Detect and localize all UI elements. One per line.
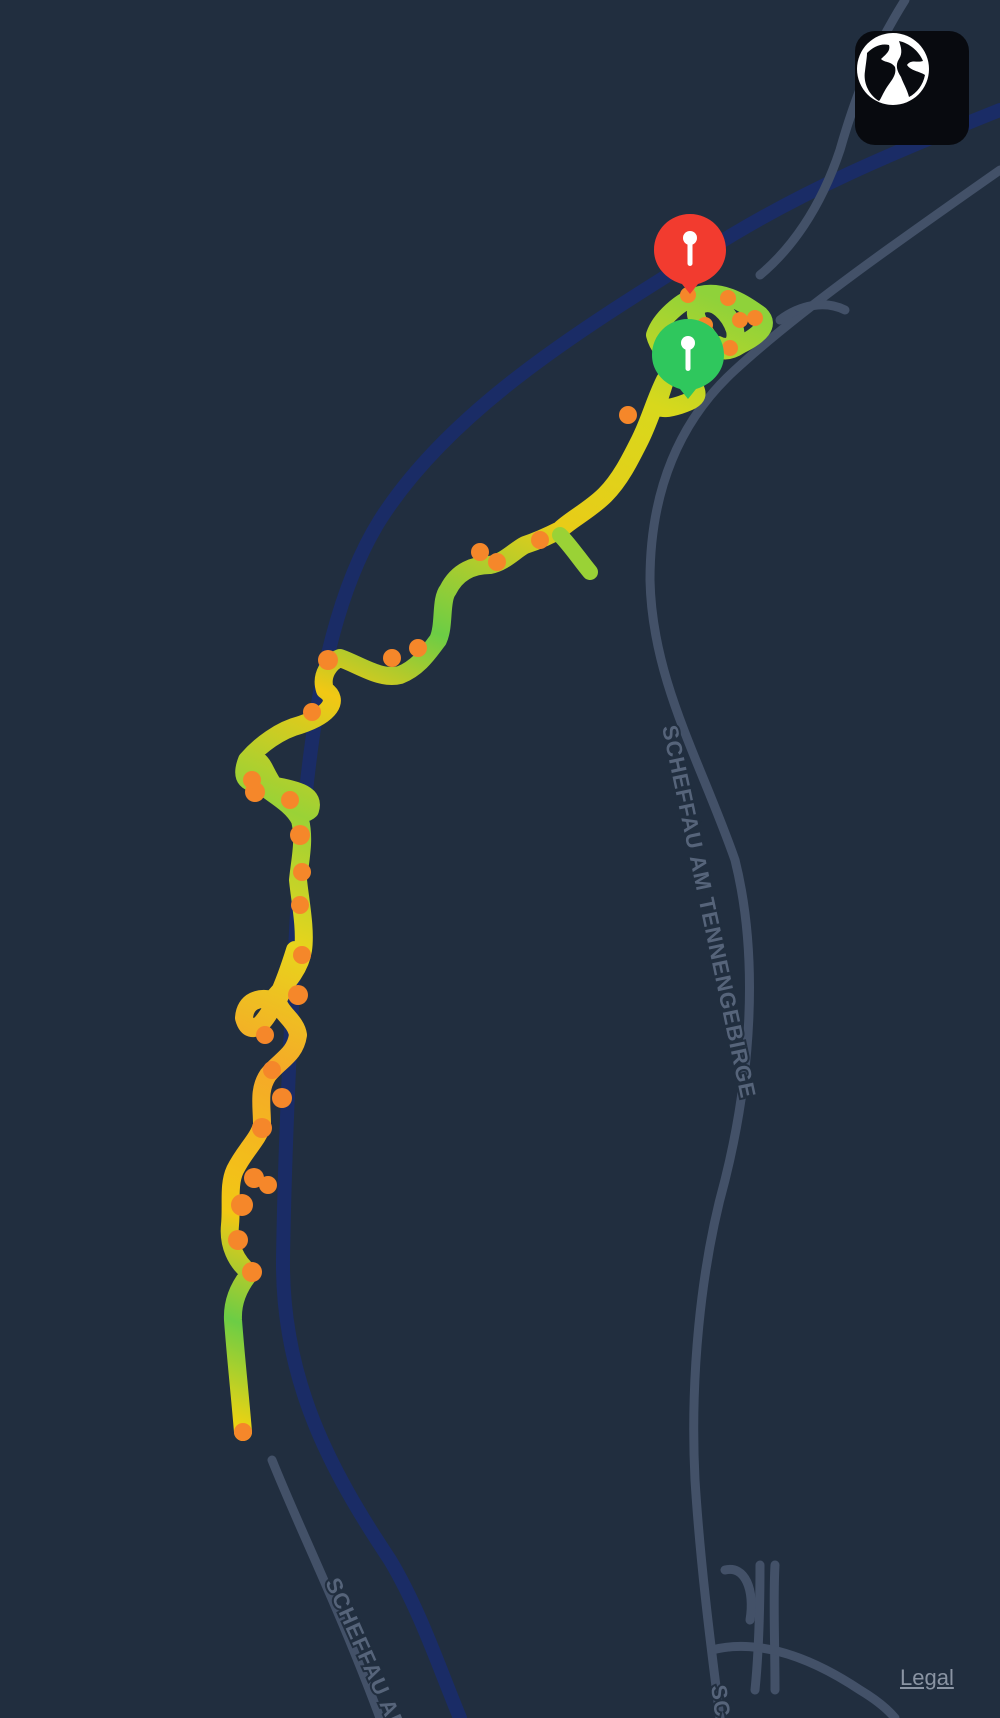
- map-canvas: SCHEFFAU AM TENNENGEBIRGE SCHEFFAU AM SC: [220, 0, 1000, 1718]
- road-label-south: SCHEFFAU AM: [320, 1574, 412, 1718]
- track-line: [220, 284, 773, 1441]
- legal-link[interactable]: Legal: [900, 1665, 954, 1691]
- road-label-edge: SC: [706, 1683, 735, 1718]
- track-spur: [552, 527, 598, 580]
- map-view[interactable]: SCHEFFAU AM TENNENGEBIRGE SCHEFFAU AM SC: [0, 0, 1000, 1718]
- activity-track: [220, 284, 773, 1441]
- map-type-button[interactable]: [855, 31, 969, 145]
- road-junction-2: [769, 1560, 780, 1695]
- road-spur: [775, 300, 850, 325]
- globe-icon: [857, 33, 929, 105]
- road-network: [267, 0, 1000, 1718]
- road-junction-1: [750, 1560, 765, 1695]
- road-junction-4: [707, 1641, 900, 1718]
- road-junction-3: [720, 1564, 756, 1625]
- river: [275, 103, 1000, 1718]
